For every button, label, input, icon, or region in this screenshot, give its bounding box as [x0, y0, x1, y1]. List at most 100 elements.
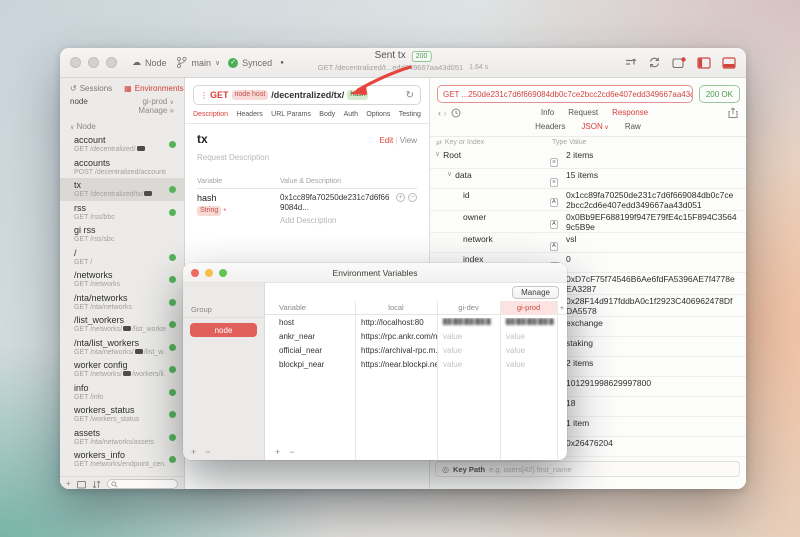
modal-minimize-button[interactable] — [205, 269, 213, 277]
env-row-ankr-near[interactable]: ankr_near https://rpc.ankr.com/n... value v… — [265, 329, 567, 343]
sidebar-item-nta-networks[interactable]: /nta/networksGET /nta/networks — [60, 291, 184, 314]
variable-name[interactable]: official_near — [265, 346, 355, 355]
variable-value[interactable]: https://archival-rpc.m... — [361, 346, 437, 355]
share-icon[interactable] — [728, 107, 738, 118]
tab-headers[interactable]: Headers — [535, 122, 565, 131]
method-menu-icon[interactable]: ⋮ — [200, 91, 208, 100]
close-button[interactable] — [70, 57, 81, 68]
sidebar-item-item[interactable]: /GET / — [60, 246, 184, 269]
json-row-id[interactable]: idA0x1cc89fa70250de231c7d6f669084db0c7ce… — [430, 189, 746, 211]
param-value[interactable]: 0x1cc89fa70250de231c7d6f669084d... — [280, 193, 393, 213]
sidebar-item-accounts[interactable]: accountsPOST /decentralized/accounts — [60, 156, 184, 179]
param-name[interactable]: hash — [197, 193, 280, 203]
env-row-blockpi-near[interactable]: blockpi_near https://near.blockpi.ne... va… — [265, 357, 567, 371]
view-button[interactable]: View — [400, 136, 417, 145]
tab-environments[interactable]: ▦ Environments — [124, 84, 183, 93]
zoom-button[interactable] — [106, 57, 117, 68]
add-variable-button[interactable]: + — [275, 447, 280, 457]
sidebar-item-account[interactable]: accountGET /decentralized/ — [60, 133, 184, 156]
url-path[interactable]: /decentralized/tx/ — [271, 90, 344, 100]
history-back-icon[interactable]: ‹ — [438, 108, 441, 118]
add-request-button[interactable]: + — [66, 479, 71, 488]
env-column-gi-dev[interactable]: gi-dev — [437, 303, 500, 312]
variable-value[interactable]: https://rpc.ankr.com/n... — [361, 332, 437, 341]
tab-sessions[interactable]: ↺ Sessions — [70, 84, 112, 93]
json-row-root[interactable]: ∨Root≡2 items — [430, 149, 746, 169]
edit-button[interactable]: Edit — [379, 136, 393, 145]
project-selector[interactable]: ☁ Node — [132, 57, 167, 68]
remove-variable-button[interactable]: − — [289, 447, 294, 457]
value-placeholder[interactable]: value — [443, 360, 462, 369]
request-description-placeholder[interactable]: Request Description — [197, 153, 417, 162]
modal-close-button[interactable] — [191, 269, 199, 277]
notifications-icon[interactable] — [672, 57, 686, 69]
variable-value[interactable]: http://localhost:80 — [361, 318, 424, 327]
sidebar-item-rss[interactable]: rssGET /rss/bbc — [60, 201, 184, 224]
value-placeholder[interactable]: value — [506, 346, 525, 355]
sidebar-item-networks[interactable]: /networksGET /networks — [60, 268, 184, 291]
env-row-official-near[interactable]: official_near https://archival-rpc.m... va… — [265, 343, 567, 357]
response-request-summary[interactable]: GET ...250de231c7d6f669084db0c7ce2bcc2cd… — [437, 85, 693, 103]
json-row-owner[interactable]: ownerA0x0Bb9EF688199f947E79fE4c15F894C35… — [430, 211, 746, 233]
env-column-variable[interactable]: Variable — [265, 303, 355, 312]
sidebar-folder-node[interactable]: ∨ Node — [60, 117, 184, 133]
new-folder-icon[interactable] — [77, 480, 86, 489]
value-placeholder[interactable]: value — [506, 360, 525, 369]
keypath-input[interactable] — [489, 465, 733, 474]
layout-sidebar-icon[interactable] — [697, 57, 711, 69]
tab-response[interactable]: Response — [612, 108, 648, 117]
modal-zoom-button[interactable] — [219, 269, 227, 277]
env-row-host[interactable]: host http://localhost:80 — [265, 315, 567, 329]
chevron-down-icon[interactable]: ∨ — [447, 170, 452, 180]
value-placeholder[interactable]: value — [443, 332, 462, 341]
env-column-gi-prod[interactable]: gi-prod — [500, 301, 557, 315]
sidebar-item-worker-config[interactable]: worker configGET /networks//workers/li..… — [60, 358, 184, 381]
variable-name[interactable]: ankr_near — [265, 332, 355, 341]
value-placeholder[interactable]: value — [506, 332, 525, 341]
sidebar-item-tx[interactable]: txGET /decentralized/tx/ — [60, 178, 184, 201]
sync-icon[interactable] — [648, 56, 661, 69]
history-clock-icon[interactable] — [451, 108, 461, 118]
value-placeholder[interactable]: value — [443, 346, 462, 355]
sidebar-search-input[interactable] — [107, 479, 178, 489]
branch-selector[interactable]: main ∨ — [175, 56, 221, 69]
variable-name[interactable]: blockpi_near — [265, 360, 355, 369]
tab-testing[interactable]: Testing — [399, 111, 421, 118]
manage-button[interactable]: Manage — [512, 286, 559, 299]
tab-request[interactable]: Request — [568, 108, 598, 117]
tab-info[interactable]: Info — [541, 108, 554, 117]
param-remove-icon[interactable]: − — [408, 193, 417, 202]
sidebar-item-info[interactable]: infoGET /info — [60, 381, 184, 404]
history-forward-icon[interactable]: › — [444, 108, 447, 118]
layout-bottom-icon[interactable] — [722, 57, 736, 69]
group-pill-node[interactable]: node — [190, 323, 257, 337]
tab-body[interactable]: Body — [319, 111, 335, 118]
tab-description[interactable]: Description — [193, 111, 228, 118]
add-group-button[interactable]: + — [191, 447, 196, 457]
tab-options[interactable]: Options — [366, 111, 390, 118]
sidebar-item-workers-status[interactable]: workers_statusGET /workers_status — [60, 403, 184, 426]
request-method[interactable]: GET — [210, 90, 229, 100]
json-row-data[interactable]: ∨data≡15 items — [430, 169, 746, 189]
variable-name[interactable]: host — [265, 318, 355, 327]
tab-raw[interactable]: Raw — [625, 122, 641, 131]
sync-status[interactable]: ✓ Synced — [228, 58, 272, 68]
json-row-network[interactable]: networkAvsl — [430, 233, 746, 253]
variable-value[interactable]: https://near.blockpi.ne... — [361, 360, 437, 369]
param-type-badge[interactable]: String — [197, 206, 221, 216]
tab-json[interactable]: JSON ∨ — [581, 122, 608, 131]
env-manage-link[interactable]: Manage » — [60, 106, 184, 117]
sort-icon[interactable] — [92, 480, 101, 489]
url-variable-host-chip[interactable]: node host — [232, 90, 269, 100]
expand-all-icon[interactable]: ⇄ — [436, 139, 442, 147]
remove-group-button[interactable]: − — [205, 447, 210, 457]
sidebar-item-gi-rss[interactable]: gi rssGET /rss/sbc — [60, 223, 184, 246]
tab-url-params[interactable]: URL Params — [271, 111, 311, 118]
sidebar-item-workers-info[interactable]: workers_infoGET /networks/endpoint_cen..… — [60, 448, 184, 471]
add-environment-button[interactable]: + — [557, 303, 567, 312]
sidebar-item-assets[interactable]: assetsGET /nta/networks/assets — [60, 426, 184, 449]
tab-auth[interactable]: Auth — [344, 111, 358, 118]
chevron-down-icon[interactable]: ∨ — [435, 150, 440, 160]
param-insert-icon[interactable]: + — [396, 193, 405, 202]
env-column-local[interactable]: local — [355, 303, 437, 312]
